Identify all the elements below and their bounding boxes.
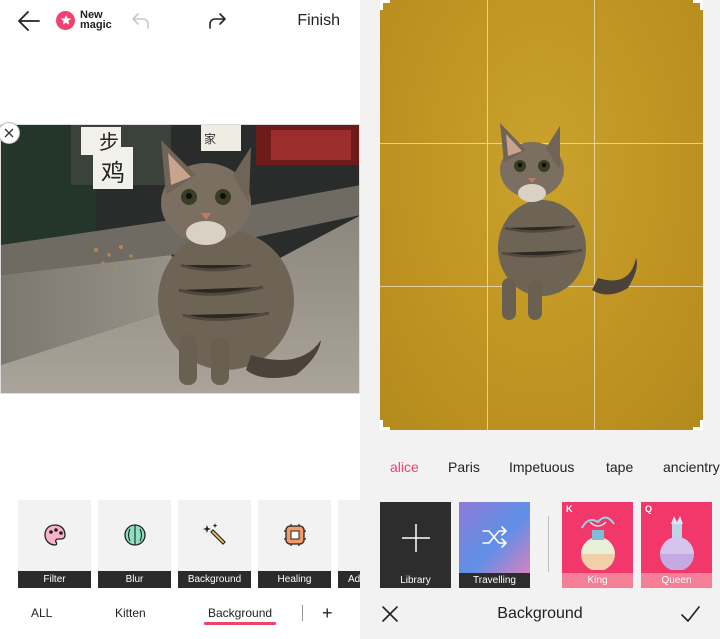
category-kitten[interactable]: Kitten	[115, 606, 146, 620]
thumb-label: King	[562, 573, 633, 588]
thumb-label: Queen	[641, 573, 712, 588]
tool-adjust[interactable]: Ad	[338, 500, 360, 588]
tool-label: Filter	[18, 571, 91, 588]
sign-text-3: 家	[204, 131, 216, 146]
redo-icon[interactable]	[206, 10, 228, 32]
tool-strip: Filter Blur Background Healing Ad	[18, 500, 360, 590]
bottom-action-bar: Background	[360, 596, 720, 639]
thumb-label: Travelling	[459, 573, 530, 588]
bandage-icon	[284, 524, 306, 546]
brand-name: New magic	[80, 10, 112, 31]
background-canvas[interactable]	[380, 0, 703, 430]
tool-background[interactable]: Background	[178, 500, 251, 588]
tab-tape[interactable]: tape	[606, 459, 633, 475]
close-icon	[4, 128, 14, 138]
sign-text-1: 步	[99, 130, 119, 154]
tool-blur[interactable]: Blur	[98, 500, 171, 588]
tool-label: Blur	[98, 571, 171, 588]
shuffle-icon	[482, 526, 507, 548]
tab-ancientry[interactable]: ancientry	[663, 459, 720, 475]
add-category-button[interactable]: +	[322, 603, 333, 624]
thumb-king[interactable]: K King	[562, 502, 633, 588]
crop-corner-tr[interactable]	[693, 0, 703, 10]
tab-alice[interactable]: alice	[390, 459, 419, 475]
brand-line-2: magic	[80, 19, 112, 31]
cat-cutout[interactable]	[480, 118, 640, 328]
background-picker-panel: alice Paris Impetuous tape ancientry Lib…	[360, 0, 720, 639]
king-illustration	[581, 516, 615, 570]
app-logo: New magic	[56, 10, 112, 31]
tab-paris[interactable]: Paris	[448, 459, 480, 475]
undo-icon[interactable]	[130, 10, 152, 32]
sign-text-2: 鸡	[101, 159, 125, 187]
thumb-divider	[548, 516, 549, 572]
tool-label: Background	[178, 571, 251, 588]
category-divider	[302, 605, 303, 621]
crop-corner-tl[interactable]	[380, 0, 390, 10]
category-background[interactable]: Background	[203, 606, 277, 625]
palette-icon	[44, 524, 66, 546]
tool-label: Healing	[258, 571, 331, 588]
magic-wand-icon	[203, 523, 226, 545]
left-category-bar: ALL Kitten Background +	[0, 600, 360, 630]
photo-image[interactable]: 步 鸡 家	[0, 124, 360, 394]
background-thumbnails: Library Travelling K King Q Queen	[380, 502, 720, 588]
crop-corner-br[interactable]	[693, 420, 703, 430]
editor-panel: New magic Finish 步 鸡 家 Filter Blur Backg…	[0, 0, 360, 639]
plus-icon	[402, 524, 430, 552]
thumb-library[interactable]: Library	[380, 502, 451, 588]
thumb-queen[interactable]: Q Queen	[641, 502, 712, 588]
crop-corner-bl[interactable]	[380, 420, 390, 430]
thumb-label: Library	[380, 573, 451, 588]
brand-star-icon	[56, 10, 75, 30]
tab-impetuous[interactable]: Impetuous	[509, 459, 574, 475]
tool-filter[interactable]: Filter	[18, 500, 91, 588]
category-all[interactable]: ALL	[31, 606, 52, 620]
tool-healing[interactable]: Healing	[258, 500, 331, 588]
check-icon[interactable]	[680, 604, 700, 624]
tool-label: Ad	[338, 571, 360, 588]
photo-area: 步 鸡 家	[0, 122, 360, 394]
queen-illustration	[660, 516, 694, 570]
blur-ball-icon	[124, 524, 146, 546]
top-bar: New magic Finish	[0, 0, 360, 44]
arrow-left-icon[interactable]	[16, 8, 42, 34]
background-category-tabs: alice Paris Impetuous tape ancientry	[360, 452, 720, 482]
panel-title: Background	[497, 605, 583, 622]
thumb-travelling[interactable]: Travelling	[459, 502, 530, 588]
finish-button[interactable]: Finish	[297, 12, 340, 30]
